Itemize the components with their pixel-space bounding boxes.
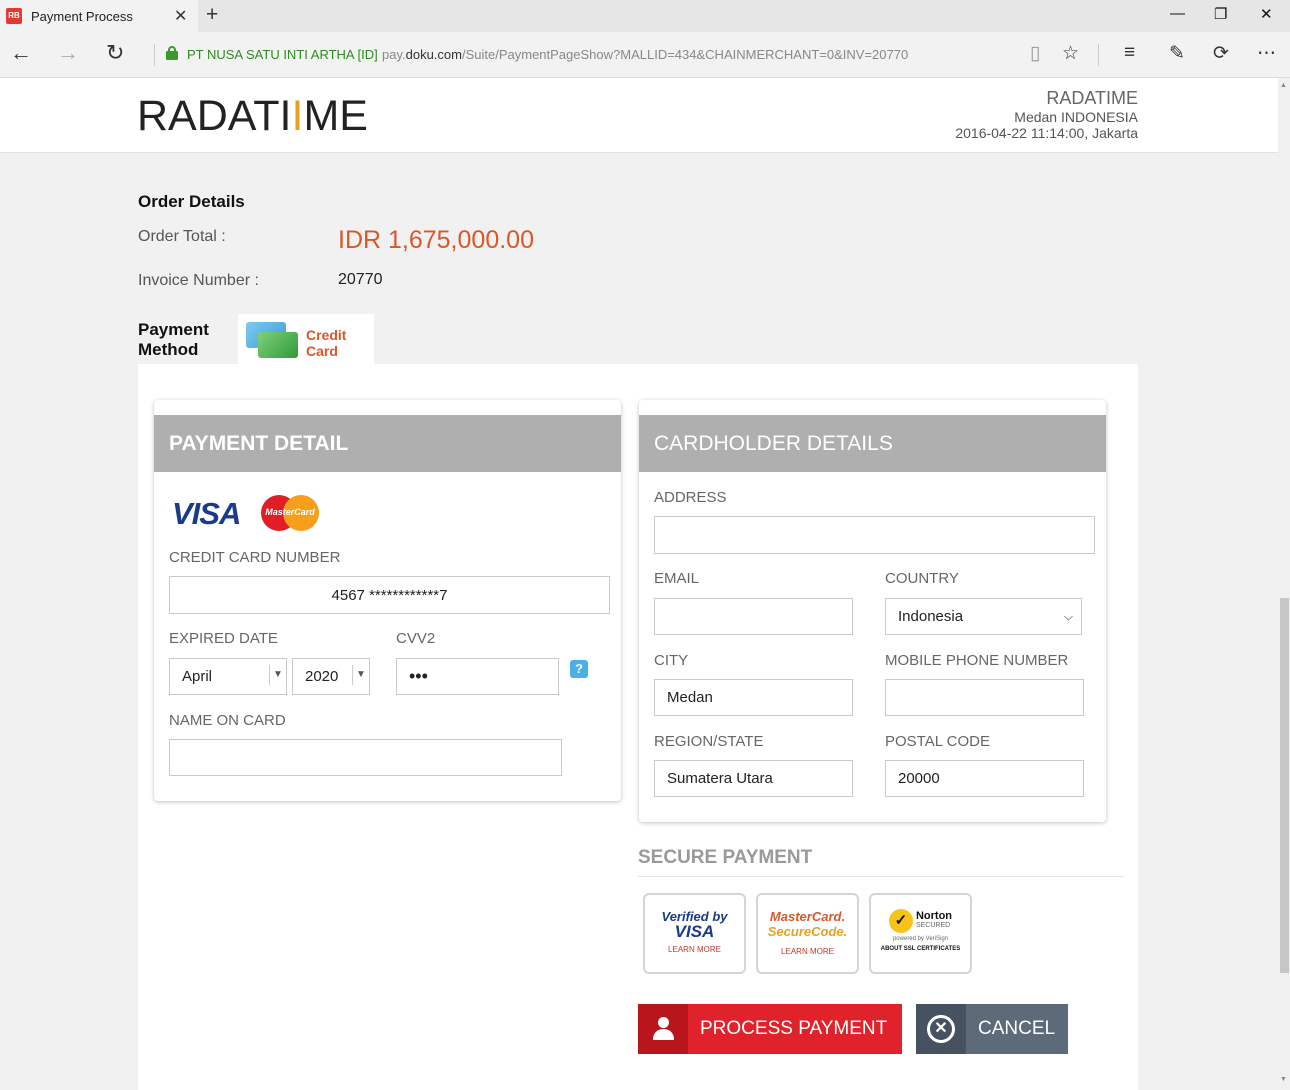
secure-payment-divider — [638, 876, 1124, 877]
payment-detail-title: PAYMENT DETAIL — [154, 415, 621, 472]
window-close-icon[interactable]: ✕ — [1260, 5, 1273, 23]
close-circle-icon: ✕ — [916, 1004, 966, 1054]
site-favicon-icon: RB — [6, 8, 22, 24]
radatime-logo: RADATIIME — [137, 92, 368, 140]
merchant-datetime: 2016-04-22 11:14:00, Jakarta — [955, 125, 1138, 141]
region-state-input[interactable]: Sumatera Utara — [654, 760, 853, 797]
url-domain-prefix: pay. — [382, 47, 406, 62]
postal-code-label: POSTAL CODE — [885, 733, 991, 750]
visa-logo: VISA — [172, 496, 241, 531]
merchant-name: RADATIME — [1046, 88, 1138, 108]
share-icon[interactable]: ⟳ — [1213, 42, 1229, 65]
ssl-certificates-link[interactable]: ABOUT SSL CERTIFICATES — [871, 946, 970, 952]
chevron-down-icon: ▼ — [269, 665, 286, 685]
cvv-help-icon[interactable]: ? — [570, 660, 588, 678]
user-icon — [638, 1004, 688, 1054]
merchant-info: RADATIME Medan INDONESIA 2016-04-22 11:1… — [955, 88, 1138, 141]
chevron-down-icon: ⌵ — [1063, 609, 1073, 623]
norton-check-icon: ✓ — [888, 909, 913, 933]
refresh-icon[interactable]: ↻ — [106, 40, 124, 66]
order-total-label: Order Total : — [138, 228, 226, 245]
credit-card-tab-label: Credit Card — [306, 327, 347, 359]
expiry-year-select[interactable]: 2020 ▼ — [292, 658, 370, 695]
site-identity[interactable]: PT NUSA SATU INTI ARTHA [ID] — [187, 47, 378, 62]
verified-by-visa-badge[interactable]: Verified by VISA LEARN MORE — [643, 893, 746, 974]
reading-view-icon[interactable]: ▯ — [1030, 42, 1040, 65]
invoice-number-value: 20770 — [338, 271, 383, 288]
web-note-icon[interactable]: ✎ — [1169, 42, 1185, 65]
payment-detail-card: PAYMENT DETAIL VISA MasterCard CREDIT CA… — [154, 400, 621, 801]
credit-card-icon — [246, 322, 298, 358]
payment-method-label: Payment Method — [138, 320, 209, 359]
region-state-label: REGION/STATE — [654, 733, 764, 750]
restore-icon[interactable]: ❐ — [1214, 5, 1227, 23]
verified-learn-more-link[interactable]: LEARN MORE — [645, 945, 744, 954]
mastercard-securecode-badge[interactable]: MasterCard. SecureCode. LEARN MORE — [756, 893, 859, 974]
card-number-label: CREDIT CARD NUMBER — [169, 549, 341, 566]
cvv2-input[interactable]: ••• — [396, 658, 559, 695]
address-label: ADDRESS — [654, 489, 727, 506]
country-label: COUNTRY — [885, 570, 959, 587]
expired-date-label: EXPIRED DATE — [169, 630, 278, 647]
secure-payment-title: SECURE PAYMENT — [638, 847, 813, 868]
back-arrow-icon[interactable]: ← — [10, 40, 32, 66]
address-bar: ← → ↻ PT NUSA SATU INTI ARTHA [ID] pay.d… — [0, 32, 1290, 78]
mobile-phone-label: MOBILE PHONE NUMBER — [885, 652, 1069, 669]
scroll-down-icon[interactable]: ▼ — [1280, 1076, 1287, 1083]
process-payment-label: PROCESS PAYMENT — [700, 1018, 888, 1039]
scroll-up-icon[interactable]: ▲ — [1280, 82, 1287, 89]
country-select[interactable]: Indonesia ⌵ — [885, 598, 1082, 635]
cvv2-label: CVV2 — [396, 630, 436, 647]
email-input[interactable] — [654, 598, 853, 635]
securecode-learn-more-link[interactable]: LEARN MORE — [758, 947, 857, 956]
name-on-card-label: NAME ON CARD — [169, 712, 286, 729]
norton-secured-badge[interactable]: ✓ Norton SECURED powered by VeriSign ABO… — [869, 893, 972, 974]
scroll-thumb[interactable] — [1280, 598, 1289, 973]
cancel-label: CANCEL — [978, 1018, 1056, 1039]
address-input[interactable] — [654, 516, 1095, 554]
chevron-down-icon: ▼ — [352, 665, 369, 685]
new-tab-icon[interactable]: + — [206, 3, 218, 27]
email-label: EMAIL — [654, 570, 700, 587]
favorite-star-icon[interactable]: ☆ — [1062, 42, 1079, 65]
mastercard-logo: MasterCard — [261, 495, 319, 531]
name-on-card-input[interactable] — [169, 739, 562, 776]
merchant-location: Medan INDONESIA — [1014, 109, 1138, 125]
cancel-button[interactable]: ✕ CANCEL — [916, 1004, 1068, 1054]
browser-tab-bar: RB Payment Process ✕ + — ❐ ✕ — [0, 0, 1290, 32]
toolbar-separator — [1098, 44, 1099, 66]
browser-tab[interactable]: RB Payment Process ✕ — [0, 0, 198, 32]
order-total-value: IDR 1,675,000.00 — [338, 226, 534, 254]
lock-icon[interactable] — [166, 46, 178, 60]
city-label: CITY — [654, 652, 689, 669]
address-separator — [154, 44, 155, 66]
tab-title: Payment Process — [31, 9, 133, 24]
more-icon[interactable]: ⋯ — [1257, 42, 1276, 65]
postal-code-input[interactable]: 20000 — [885, 760, 1084, 797]
card-number-input[interactable]: 4567 ************7 — [169, 576, 610, 614]
forward-arrow-icon[interactable]: → — [57, 40, 79, 66]
process-payment-button[interactable]: PROCESS PAYMENT — [638, 1004, 902, 1054]
invoice-number-label: Invoice Number : — [138, 272, 259, 289]
page-scrollbar[interactable]: ▲ ▼ — [1278, 78, 1290, 1090]
url-path: /Suite/PaymentPageShow?MALLID=434&CHAINM… — [461, 47, 909, 62]
merchant-header: RADATIIME RADATIME Medan INDONESIA 2016-… — [0, 78, 1278, 153]
url-field[interactable]: pay.doku.com/Suite/PaymentPageShow?MALLI… — [382, 47, 908, 62]
url-domain: doku.com — [405, 47, 462, 62]
city-input[interactable]: Medan — [654, 679, 853, 716]
hub-icon[interactable]: ≡ — [1124, 42, 1135, 64]
expiry-month-select[interactable]: April ▼ — [169, 658, 287, 695]
cardholder-details-card: CARDHOLDER DETAILS ADDRESS EMAIL COUNTRY… — [639, 400, 1106, 822]
tab-credit-card[interactable]: Credit Card — [238, 314, 374, 366]
tab-close-icon[interactable]: ✕ — [174, 6, 187, 26]
cardholder-details-title: CARDHOLDER DETAILS — [639, 415, 1106, 472]
order-details-title: Order Details — [138, 192, 245, 211]
mobile-phone-input[interactable] — [885, 679, 1084, 716]
minimize-icon[interactable]: — — [1170, 5, 1185, 22]
